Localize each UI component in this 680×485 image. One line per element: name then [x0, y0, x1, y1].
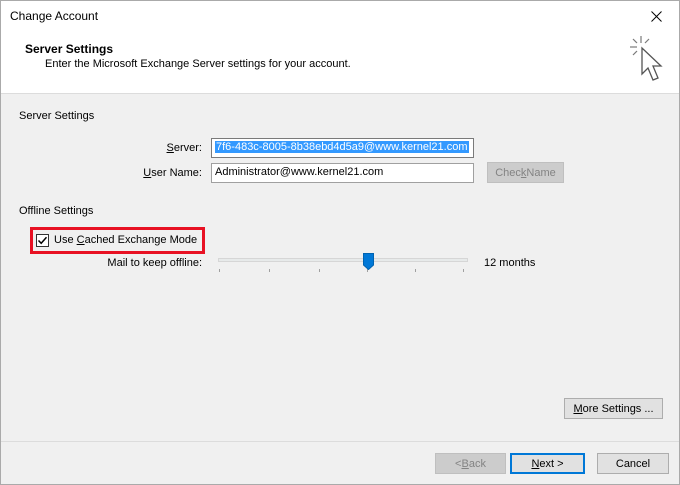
server-settings-section-label: Server Settings	[19, 110, 95, 122]
back-button[interactable]: < Back	[435, 453, 506, 474]
slider-thumb[interactable]	[363, 253, 374, 270]
server-label: Server:	[166, 142, 202, 154]
cached-mode-label[interactable]: Use Cached Exchange Mode	[54, 234, 197, 246]
slider-tick	[463, 269, 464, 272]
close-icon	[650, 11, 662, 22]
title-bar: Change Account	[1, 1, 679, 32]
cached-mode-checkbox[interactable]	[36, 234, 49, 247]
cancel-button[interactable]: Cancel	[597, 453, 669, 474]
slider-tick	[219, 269, 220, 272]
close-button[interactable]	[633, 1, 679, 32]
window-title: Change Account	[10, 9, 99, 23]
footer-divider	[1, 441, 679, 442]
checkmark-icon	[37, 236, 48, 245]
change-account-dialog: Change Account Server Settings Enter the…	[0, 0, 680, 485]
user-name-input[interactable]: Administrator@www.kernel21.com	[211, 163, 474, 183]
check-name-button[interactable]: Chec k Name	[487, 162, 564, 183]
click-cursor-icon	[630, 36, 663, 81]
server-input[interactable]: 7f6-483c-8005-8b38ebd4d5a9@www.kernel21.…	[211, 138, 474, 158]
months-value: 12 months	[484, 257, 536, 269]
user-name-label: User Name:	[143, 167, 202, 179]
server-value: 7f6-483c-8005-8b38ebd4d5a9@www.kernel21.…	[215, 141, 469, 153]
header-title: Server Settings	[25, 42, 114, 56]
user-name-value: Administrator@www.kernel21.com	[215, 166, 384, 178]
offline-settings-section-label: Offline Settings	[19, 205, 94, 217]
mail-offline-slider-track[interactable]	[218, 258, 468, 262]
dialog-header: Server Settings Enter the Microsoft Exch…	[1, 32, 679, 94]
slider-tick	[319, 269, 320, 272]
slider-tick	[269, 269, 270, 272]
mail-to-keep-label: Mail to keep offline:	[107, 257, 202, 269]
slider-tick	[415, 269, 416, 272]
more-settings-button[interactable]: More Settings ...	[564, 398, 663, 419]
header-subtitle: Enter the Microsoft Exchange Server sett…	[45, 58, 351, 70]
next-button[interactable]: Next >	[510, 453, 585, 474]
